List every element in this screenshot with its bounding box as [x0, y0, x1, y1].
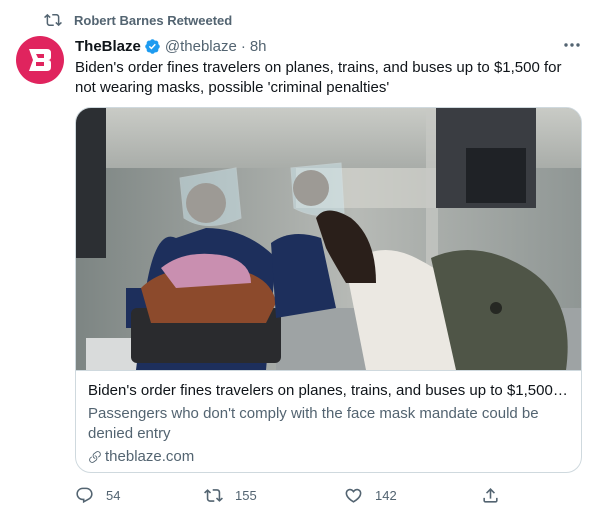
author-name[interactable]: TheBlaze	[75, 38, 141, 55]
author-handle[interactable]: @theblaze	[165, 38, 237, 55]
share-button[interactable]	[481, 486, 512, 505]
like-count: 142	[375, 488, 397, 503]
header-separator: ·	[240, 37, 246, 55]
retweet-button[interactable]: 155	[204, 486, 257, 505]
tweet-timestamp[interactable]: 8h	[250, 38, 267, 55]
link-icon	[89, 451, 101, 463]
reply-button[interactable]: 54	[75, 486, 120, 505]
card-title[interactable]: Biden's order fines travelers on planes,…	[88, 381, 571, 401]
retweet-icon	[204, 489, 223, 502]
card-domain[interactable]: theblaze.com	[88, 447, 571, 467]
avatar[interactable]	[16, 36, 64, 84]
reply-count: 54	[106, 488, 121, 503]
retweet-count: 155	[235, 488, 257, 503]
heart-icon	[345, 488, 362, 503]
theblaze-logo-icon	[29, 49, 51, 71]
tweet-text: Biden's order fines travelers on planes,…	[75, 59, 562, 96]
share-icon	[483, 488, 498, 503]
retweet-context[interactable]: Robert Barnes Retweeted	[44, 10, 232, 30]
retweet-label[interactable]: Robert Barnes Retweeted	[74, 13, 232, 28]
tweet-header: TheBlaze @theblaze · 8h	[75, 36, 582, 56]
like-button[interactable]: 142	[344, 486, 397, 505]
verified-badge-icon	[145, 38, 160, 54]
card-description: Passengers who don't comply with the fac…	[88, 405, 539, 442]
reply-icon	[76, 487, 93, 504]
card-image[interactable]	[76, 108, 582, 370]
link-card[interactable]: Biden's order fines travelers on planes,…	[75, 107, 582, 473]
card-domain-text[interactable]: theblaze.com	[105, 447, 194, 467]
card-info[interactable]: Biden's order fines travelers on planes,…	[76, 370, 581, 472]
retweet-icon	[44, 13, 62, 27]
tweet-actions: 54 155 142	[75, 486, 505, 508]
more-options-icon[interactable]	[562, 38, 582, 52]
